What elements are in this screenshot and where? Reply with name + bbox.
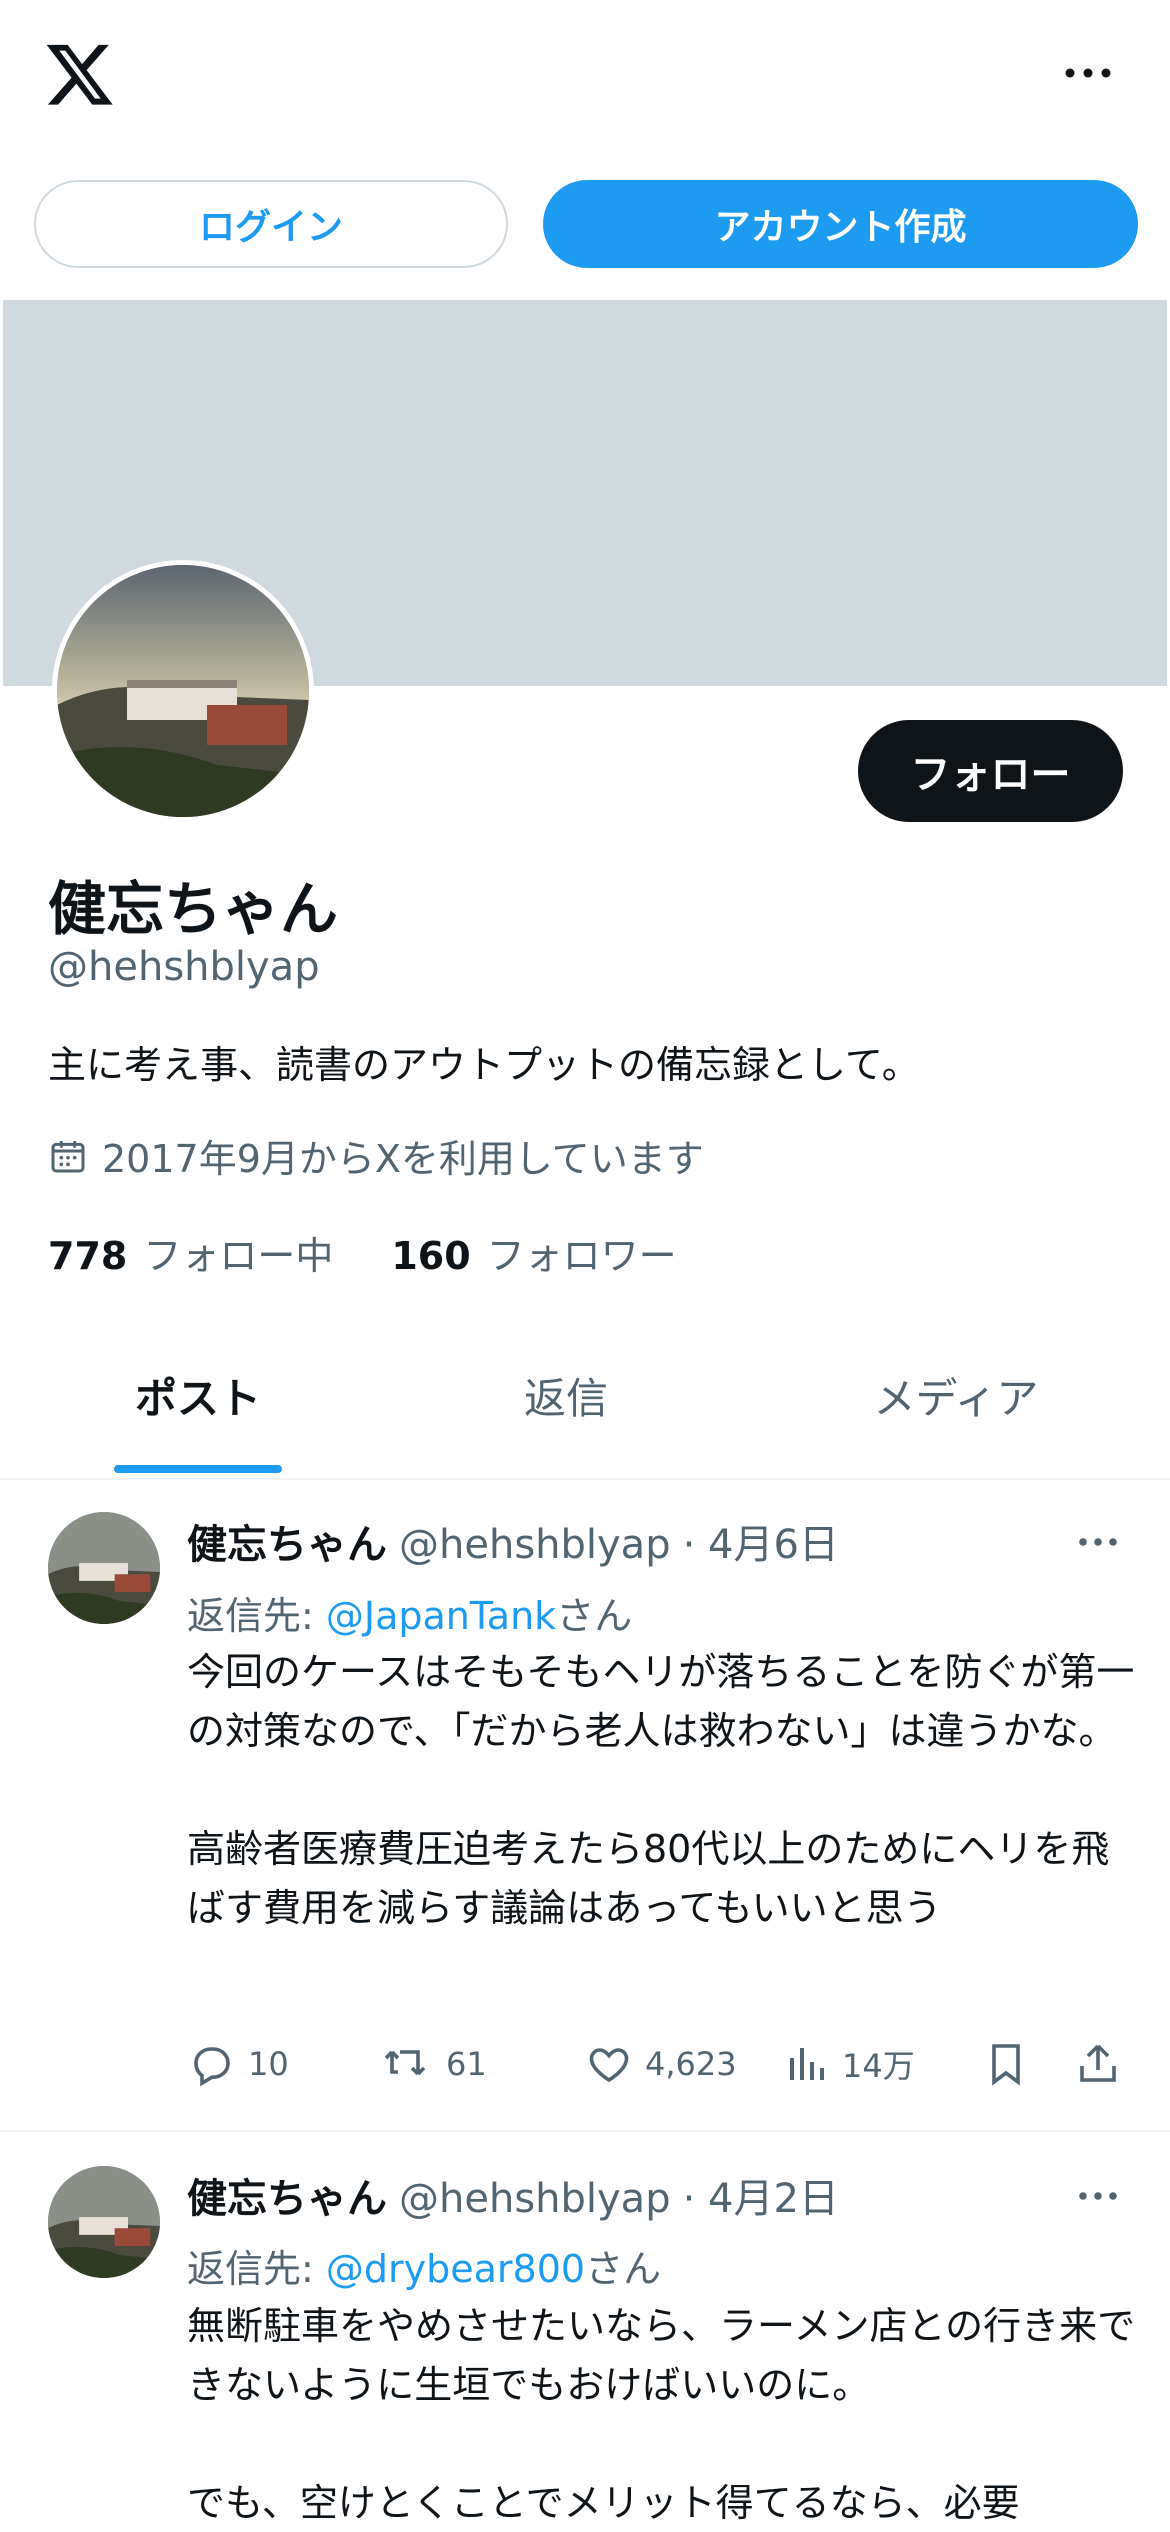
following-label: フォロー中 bbox=[143, 1234, 334, 1278]
followers-link[interactable]: 160 フォロワー bbox=[391, 1225, 676, 1280]
share-icon bbox=[1076, 2040, 1120, 2088]
post-author-handle[interactable]: @hehshblyap bbox=[399, 2176, 671, 2222]
views-button[interactable]: 14万 bbox=[786, 2040, 915, 2088]
post-author-handle[interactable]: @hehshblyap bbox=[399, 1522, 671, 1568]
joined-date: 2017年9月からXを利用しています bbox=[48, 1128, 704, 1183]
tab-media[interactable]: メディア bbox=[836, 1365, 1076, 1426]
profile-handle: @hehshblyap bbox=[48, 944, 320, 990]
post-author-name[interactable]: 健忘ちゃん bbox=[187, 1522, 387, 1568]
profile-bio: 主に考え事、読書のアウトプットの備忘録として。 bbox=[48, 1043, 920, 1087]
reply-count: 10 bbox=[248, 2045, 289, 2083]
profile-name: 健忘ちゃん bbox=[48, 875, 339, 943]
post-date[interactable]: · 4月6日 bbox=[683, 1522, 839, 1568]
create-account-button[interactable]: アカウント作成 bbox=[543, 180, 1138, 268]
reply-prefix: 返信先: bbox=[187, 1594, 326, 1638]
tab-replies[interactable]: 返信 bbox=[450, 1365, 682, 1426]
post-more-icon[interactable] bbox=[1076, 1532, 1120, 1552]
reply-suffix: さん bbox=[556, 1594, 633, 1638]
post-text: 無断駐車をやめさせたいなら、ラーメン店との行き来できないように生垣でもおけばいい… bbox=[187, 2304, 1136, 2525]
reply-mention-link[interactable]: @drybear800 bbox=[326, 2247, 585, 2291]
like-count: 4,623 bbox=[645, 2045, 737, 2083]
followers-label: フォロワー bbox=[486, 1234, 677, 1278]
heart-icon bbox=[585, 2040, 633, 2088]
like-button[interactable]: 4,623 bbox=[585, 2040, 737, 2088]
following-count: 778 bbox=[48, 1234, 128, 1278]
post-more-icon[interactable] bbox=[1076, 2186, 1120, 2206]
follow-stats: 778 フォロー中 160 フォロワー bbox=[48, 1225, 677, 1280]
post-header: 健忘ちゃん @hehshblyap · 4月2日 bbox=[187, 2166, 839, 2224]
calendar-icon bbox=[48, 1136, 88, 1176]
bookmark-button[interactable] bbox=[984, 2040, 1028, 2088]
post-author-name[interactable]: 健忘ちゃん bbox=[187, 2176, 387, 2222]
reply-button[interactable]: 10 bbox=[188, 2040, 289, 2088]
joined-label: 2017年9月からXを利用しています bbox=[102, 1137, 704, 1181]
login-button[interactable]: ログイン bbox=[34, 180, 508, 268]
followers-count: 160 bbox=[391, 1234, 471, 1278]
reply-prefix: 返信先: bbox=[187, 2247, 326, 2291]
reply-to: 返信先: @drybear800さん bbox=[187, 2238, 661, 2293]
reply-to: 返信先: @JapanTankさん bbox=[187, 1585, 632, 1640]
repost-button[interactable]: 61 bbox=[382, 2040, 487, 2088]
post-text: 今回のケースはそもそもヘリが落ちることを防ぐが第一の対策なので、「だから老人は救… bbox=[187, 1650, 1135, 1930]
post-divider bbox=[0, 2130, 1170, 2132]
reply-suffix: さん bbox=[585, 2247, 662, 2291]
tab-posts[interactable]: ポスト bbox=[82, 1365, 314, 1426]
active-tab-indicator bbox=[114, 1465, 282, 1473]
share-button[interactable] bbox=[1076, 2040, 1120, 2088]
views-icon bbox=[786, 2040, 830, 2088]
tab-divider bbox=[0, 1478, 1170, 1480]
profile-avatar[interactable] bbox=[52, 560, 314, 822]
post-actions: 10 61 4,623 14万 bbox=[0, 2040, 1170, 2100]
reply-icon bbox=[188, 2040, 236, 2088]
reply-mention-link[interactable]: @JapanTank bbox=[326, 1594, 556, 1638]
repost-count: 61 bbox=[446, 2045, 487, 2083]
post-date[interactable]: · 4月2日 bbox=[683, 2176, 839, 2222]
views-count: 14万 bbox=[842, 2047, 915, 2085]
repost-icon bbox=[382, 2040, 434, 2088]
bookmark-icon bbox=[984, 2040, 1028, 2088]
post-avatar[interactable] bbox=[48, 1512, 160, 1624]
more-options-icon[interactable] bbox=[1060, 58, 1116, 88]
post-avatar[interactable] bbox=[48, 2166, 160, 2278]
post-header: 健忘ちゃん @hehshblyap · 4月6日 bbox=[187, 1512, 839, 1570]
follow-button[interactable]: フォロー bbox=[858, 720, 1123, 822]
following-link[interactable]: 778 フォロー中 bbox=[48, 1225, 333, 1280]
x-logo-icon[interactable] bbox=[44, 38, 116, 110]
